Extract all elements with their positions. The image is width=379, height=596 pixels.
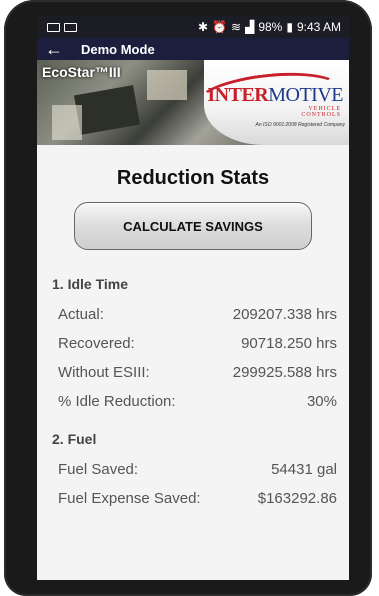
- fuel-heading: 2. Fuel: [52, 431, 97, 447]
- app-bar-title: Demo Mode: [81, 41, 155, 57]
- product-name: EcoStar™III: [42, 64, 121, 80]
- stat-row-fuel-saved: Fuel Saved: 54431 gal: [49, 455, 337, 483]
- stat-value: 54431 gal: [271, 460, 337, 478]
- notification-icons: [47, 22, 77, 32]
- stat-label: Actual:: [58, 305, 104, 323]
- banner-image-detail: [52, 105, 82, 140]
- wifi-icon: ≋: [231, 20, 242, 34]
- mail-icon: [47, 22, 60, 32]
- stat-row-actual: Actual: 209207.338 hrs: [49, 300, 337, 328]
- stat-row-without-esiii: Without ESIII: 299925.588 hrs: [49, 358, 337, 386]
- stat-value: 30%: [306, 392, 337, 410]
- stat-label: % Idle Reduction:: [58, 392, 176, 410]
- stat-value: 90718.250 hrs: [241, 334, 337, 352]
- battery-icon: ▮: [286, 20, 293, 34]
- logo-iso-note: An ISO 9001:2008 Registered Company: [255, 122, 346, 128]
- stat-value: $163292.86: [257, 489, 337, 507]
- stat-label: Fuel Expense Saved:: [58, 489, 201, 507]
- stat-row-fuel-expense-saved: Fuel Expense Saved: $163292.86: [49, 484, 337, 512]
- app-bar: ← Demo Mode: [37, 38, 349, 60]
- banner-image-detail: [147, 70, 187, 100]
- intermotive-logo: INTERMOTIVE VEHICLE CONTROLS An ISO 9001…: [194, 60, 349, 145]
- arrow-left-icon[interactable]: ←: [45, 40, 81, 58]
- stat-label: Without ESIII:: [58, 363, 150, 381]
- stat-label: Fuel Saved:: [58, 460, 139, 478]
- bluetooth-icon: ✱: [198, 20, 209, 34]
- signal-icon: ▟: [245, 20, 255, 34]
- header-banner: EcoStar™III INTERMOTIVE VEHICLE CONTROLS…: [37, 60, 349, 145]
- alarm-icon: ⏰: [212, 20, 228, 34]
- idle-time-heading: 1. Idle Time: [52, 276, 128, 292]
- phone-frame: ✱ ⏰ ≋ ▟ 98% ▮ 9:43 AM ← Demo Mode EcoSta…: [4, 0, 372, 596]
- logo-subtitle: VEHICLE CONTROLS: [301, 106, 341, 118]
- banner-image-detail: [73, 85, 141, 135]
- logo-wordmark: INTERMOTIVE: [207, 84, 343, 106]
- page-title: Reduction Stats: [116, 167, 270, 189]
- battery-percent: 98%: [258, 20, 283, 34]
- stat-row-recovered: Recovered: 90718.250 hrs: [49, 329, 337, 357]
- mail-icon: [64, 22, 77, 32]
- stat-label: Recovered:: [58, 334, 135, 352]
- stat-value: 209207.338 hrs: [232, 305, 337, 323]
- stat-row-idle-reduction: % Idle Reduction: 30%: [49, 387, 337, 415]
- stat-value: 299925.588 hrs: [232, 363, 337, 381]
- calculate-savings-button[interactable]: CALCULATE SAVINGS: [74, 202, 312, 250]
- status-bar: ✱ ⏰ ≋ ▟ 98% ▮ 9:43 AM: [37, 16, 349, 38]
- stats-content: Reduction Stats CALCULATE SAVINGS 1. Idl…: [37, 167, 349, 512]
- screen: ✱ ⏰ ≋ ▟ 98% ▮ 9:43 AM ← Demo Mode EcoSta…: [37, 16, 349, 580]
- clock: 9:43 AM: [296, 20, 341, 34]
